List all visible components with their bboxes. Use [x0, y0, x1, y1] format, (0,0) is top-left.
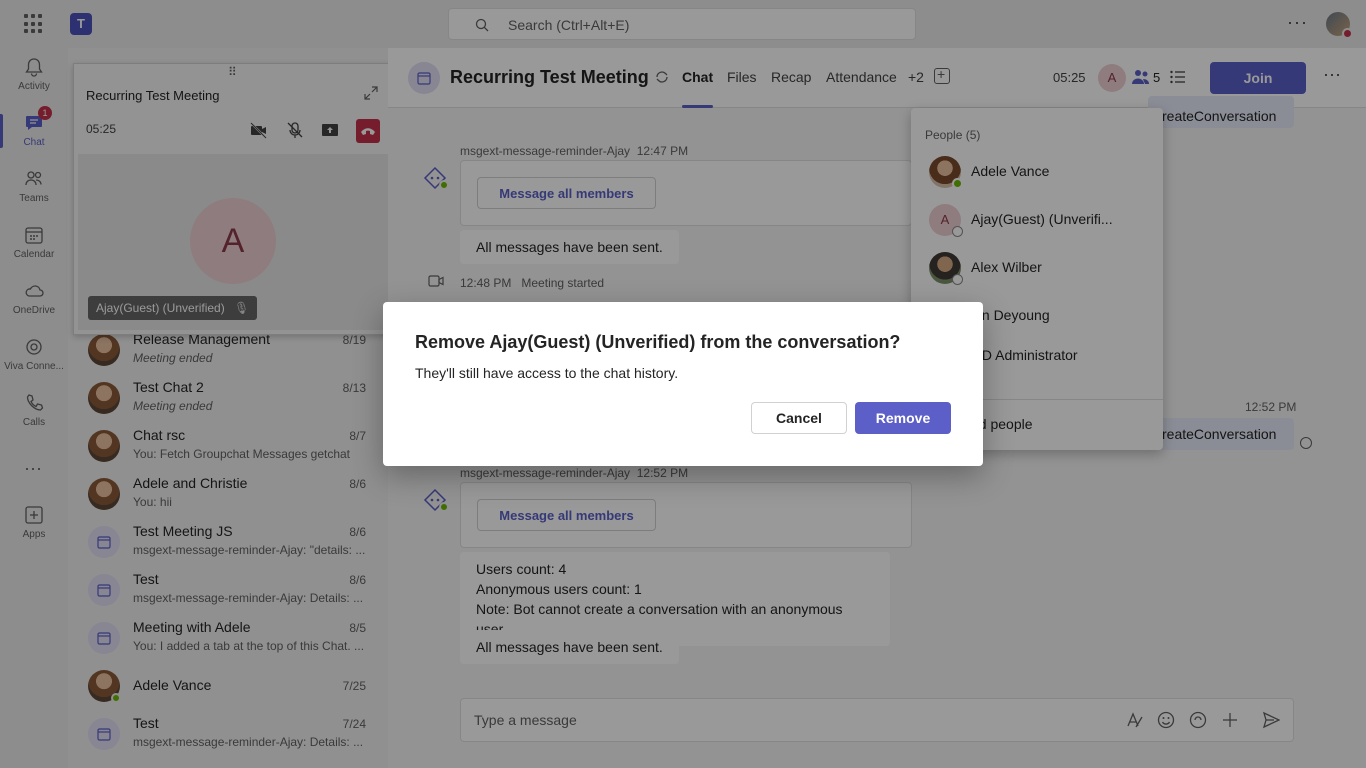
remove-button[interactable]: Remove: [855, 402, 951, 434]
dialog-body: They'll still have access to the chat hi…: [415, 365, 679, 381]
cancel-button[interactable]: Cancel: [751, 402, 847, 434]
remove-participant-dialog: Remove Ajay(Guest) (Unverified) from the…: [383, 302, 983, 466]
dialog-title: Remove Ajay(Guest) (Unverified) from the…: [415, 332, 901, 352]
